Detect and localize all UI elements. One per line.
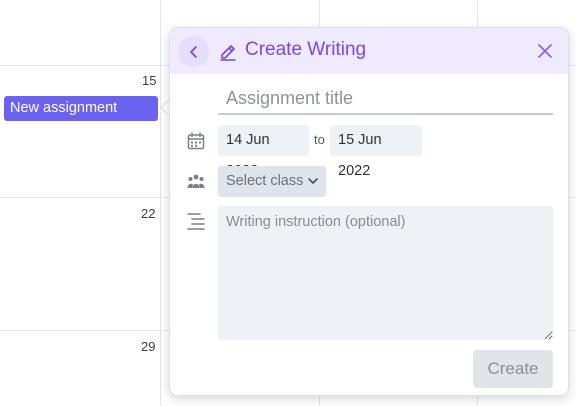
popup-title: Create Writing [245,39,367,60]
grid-line [160,0,161,406]
assignment-title-input[interactable] [218,84,553,115]
align-right-icon [187,213,205,230]
day-number: 15 [142,73,157,88]
start-date-field[interactable]: 14 Jun 2022 [218,125,309,179]
writing-instruction-field[interactable] [218,206,553,340]
class-select-label: Select class [226,173,304,189]
date-separator: to [314,132,325,147]
calendar-icon [187,132,205,150]
chevron-left-icon [189,45,197,58]
pencil-icon [220,45,236,61]
class-select[interactable]: Select class [218,166,326,197]
create-button[interactable]: Create [473,350,553,388]
calendar-event[interactable]: New assignment [4,96,158,121]
end-date-field[interactable]: 15 Jun 2022 [330,125,422,179]
day-number: 29 [141,339,156,354]
close-icon[interactable] [535,41,555,61]
create-writing-popup: Create Writing 14 Jun 2022 to 15 Jun 202… [169,27,569,396]
popup-header: Create Writing [170,28,568,74]
day-number: 22 [141,206,156,221]
people-icon [187,174,205,188]
back-button[interactable] [178,36,209,67]
chevron-down-icon [308,178,318,184]
